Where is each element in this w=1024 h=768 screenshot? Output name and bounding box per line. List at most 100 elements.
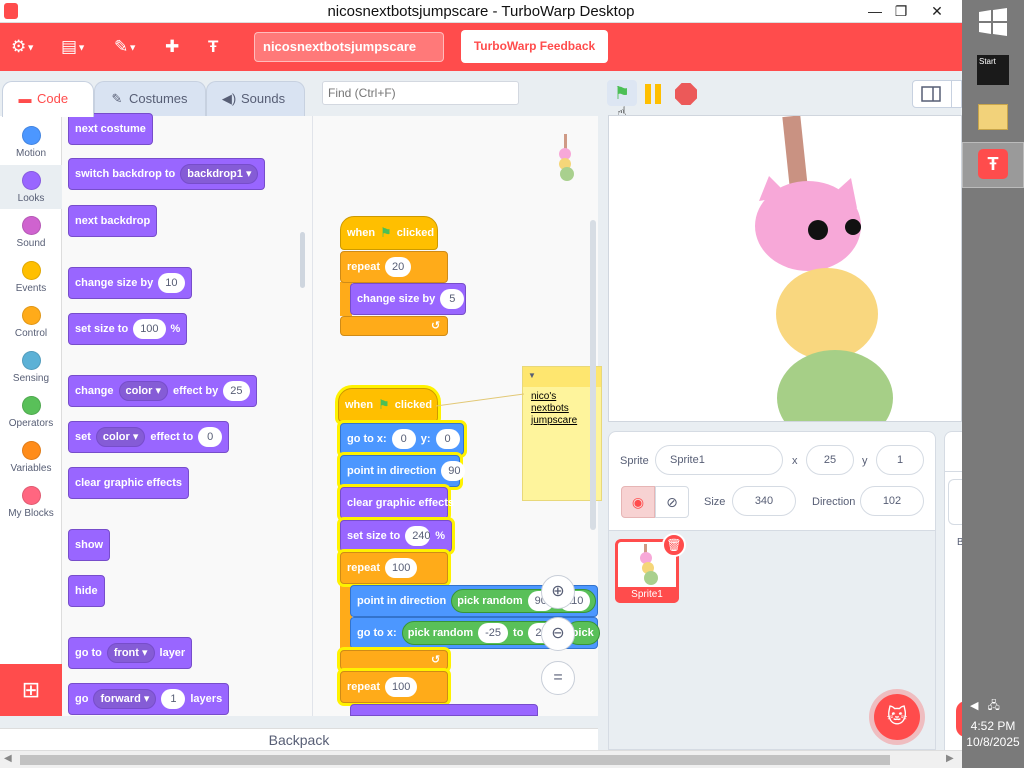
go-layers-block[interactable]: go forward ▾ 1 layers — [68, 683, 230, 715]
stage-canvas[interactable] — [608, 115, 962, 422]
category-my-blocks[interactable]: My Blocks — [0, 480, 62, 524]
zoom-in-button[interactable]: ⊕ — [541, 575, 575, 609]
x-input[interactable]: 0 — [391, 429, 416, 449]
direction-input[interactable]: 90 — [441, 461, 466, 481]
category-events[interactable]: Events — [0, 255, 62, 299]
repeat-input[interactable]: 100 — [385, 677, 418, 697]
show-block[interactable]: show — [68, 529, 111, 561]
add-extension-button[interactable]: ⊞ — [0, 664, 62, 716]
hide-block[interactable]: hide — [68, 575, 105, 607]
clear-effects-block[interactable]: clear graphic effects — [68, 467, 189, 499]
edit-menu[interactable]: ✎▼ — [114, 36, 137, 58]
tab-code[interactable]: ▬ Code — [2, 81, 94, 117]
size-input[interactable]: 240 — [405, 526, 431, 546]
category-sound[interactable]: Sound — [0, 210, 62, 254]
horizontal-scroll-thumb[interactable] — [20, 755, 890, 765]
stop-button[interactable] — [675, 83, 697, 105]
maximize-button[interactable]: ❐ — [884, 0, 918, 22]
tab-sounds[interactable]: ◀) Sounds — [206, 81, 305, 117]
category-sensing[interactable]: Sensing — [0, 345, 62, 389]
category-motion[interactable]: Motion — [0, 120, 62, 164]
random-from-input[interactable]: -25 — [478, 623, 509, 643]
direction-dropdown[interactable]: forward ▾ — [93, 689, 157, 709]
clear-effects-block[interactable]: clear graphic effects — [340, 487, 454, 519]
file-menu[interactable]: ▤▼ — [61, 36, 86, 58]
turbowarp-taskbar-button[interactable]: Ŧ — [962, 142, 1024, 188]
layers-input[interactable]: 1 — [161, 689, 186, 709]
backdrop-dropdown[interactable]: backdrop1 ▾ — [180, 164, 259, 184]
backpack-header[interactable]: Backpack — [0, 728, 598, 750]
add-sprite-button[interactable]: 🐱 — [874, 694, 920, 740]
large-stage-button[interactable] — [952, 80, 962, 108]
pick-random-block[interactable]: pick random-25to25 — [401, 621, 561, 645]
start-screen-tile[interactable]: Start — [962, 50, 1024, 96]
repeat-block[interactable]: repeat 100 — [340, 671, 448, 703]
close-window-button[interactable]: ✕ — [920, 0, 954, 22]
sprite-name-input[interactable]: Sprite1 — [655, 445, 783, 475]
show-hidden-icons-icon[interactable]: ◀ — [970, 700, 978, 712]
change-size-block[interactable]: change size by 5 — [350, 283, 466, 315]
small-stage-button[interactable] — [912, 80, 952, 108]
looks-dot-icon — [21, 171, 41, 190]
category-looks[interactable]: Looks — [0, 165, 62, 209]
addons-button[interactable]: ✚ — [165, 36, 179, 58]
pause-button[interactable] — [643, 82, 665, 104]
y-position-input[interactable]: 1 — [876, 445, 924, 475]
effect-to-input[interactable]: 0 — [198, 427, 223, 447]
x-position-input[interactable]: 25 — [806, 445, 854, 475]
zoom-out-button[interactable]: ⊖ — [541, 617, 575, 651]
layer-dropdown[interactable]: front ▾ — [106, 643, 155, 663]
set-size-block[interactable]: set size to 240% — [340, 520, 452, 552]
point-in-direction-block[interactable]: point in direction 90 — [340, 455, 466, 487]
network-icon[interactable]: 🖧 — [988, 700, 1000, 712]
switch-backdrop-block[interactable]: switch backdrop to backdrop1 ▾ — [68, 158, 266, 190]
go-to-layer-block[interactable]: go to front ▾ layer — [68, 637, 193, 669]
next-costume-block[interactable]: next costume — [68, 113, 153, 145]
partial-block[interactable] — [350, 704, 538, 716]
hide-sprite-button[interactable]: ⊘ — [655, 486, 689, 518]
when-flag-clicked-block[interactable]: when ⚑ clicked — [338, 388, 438, 422]
change-size-input[interactable]: 5 — [440, 289, 465, 309]
category-control[interactable]: Control — [0, 300, 62, 344]
set-effect-block[interactable]: set color ▾ effect to 0 — [68, 421, 230, 453]
script-scrollbar[interactable] — [590, 220, 596, 530]
file-explorer-button[interactable] — [962, 96, 1024, 142]
change-size-block[interactable]: change size by 10 — [68, 267, 192, 299]
category-operators[interactable]: Operators — [0, 390, 62, 434]
stage-thumbnail[interactable] — [948, 479, 962, 525]
repeat-input[interactable]: 100 — [385, 558, 418, 578]
scroll-left-icon[interactable]: ◀ — [4, 753, 12, 764]
y-input[interactable]: 0 — [435, 429, 460, 449]
settings-menu[interactable]: ⚙▼ — [11, 36, 35, 58]
effect-dropdown[interactable]: color ▾ — [118, 381, 168, 401]
find-input[interactable] — [322, 81, 519, 105]
tab-costumes[interactable]: ✎ Costumes — [94, 81, 206, 117]
change-size-input[interactable]: 10 — [158, 273, 185, 293]
palette-scrollbar[interactable] — [300, 232, 305, 288]
turbowarp-menu[interactable]: Ŧ — [208, 36, 218, 58]
repeat-block[interactable]: repeat 20 — [340, 251, 448, 283]
project-title-input[interactable]: nicosnextbotsjumpscare — [254, 32, 444, 62]
next-backdrop-block[interactable]: next backdrop — [68, 205, 158, 237]
scroll-right-icon[interactable]: ▶ — [946, 753, 954, 764]
show-sprite-button[interactable]: ◉ — [621, 486, 655, 518]
go-to-xy-block[interactable]: go to x: 0 y: 0 — [340, 423, 464, 455]
set-size-block[interactable]: set size to 100% — [68, 313, 188, 345]
when-flag-clicked-block[interactable]: when ⚑ clicked — [340, 216, 438, 250]
direction-input[interactable]: 102 — [860, 486, 924, 516]
effect-by-input[interactable]: 25 — [223, 381, 250, 401]
size-input[interactable]: 340 — [732, 486, 796, 516]
repeat-block[interactable]: repeat 100 — [340, 552, 448, 584]
repeat-input[interactable]: 20 — [385, 257, 412, 277]
category-variables[interactable]: Variables — [0, 435, 62, 479]
system-tray[interactable]: ◀ 🖧 — [970, 697, 1000, 716]
set-size-input[interactable]: 100 — [133, 319, 166, 339]
horizontal-scrollbar[interactable]: ◀ ▶ — [0, 750, 962, 768]
change-effect-block[interactable]: change color ▾ effect by 25 — [68, 375, 257, 407]
turbowarp-feedback-button[interactable]: TurboWarp Feedback — [461, 30, 608, 63]
taskbar-clock[interactable]: 4:52 PM 10/8/2025 — [962, 718, 1024, 750]
effect-dropdown[interactable]: color ▾ — [95, 427, 146, 447]
zoom-reset-button[interactable]: = — [541, 661, 575, 695]
start-button[interactable] — [962, 0, 1024, 46]
delete-sprite-button[interactable]: 🗑 — [662, 533, 686, 557]
